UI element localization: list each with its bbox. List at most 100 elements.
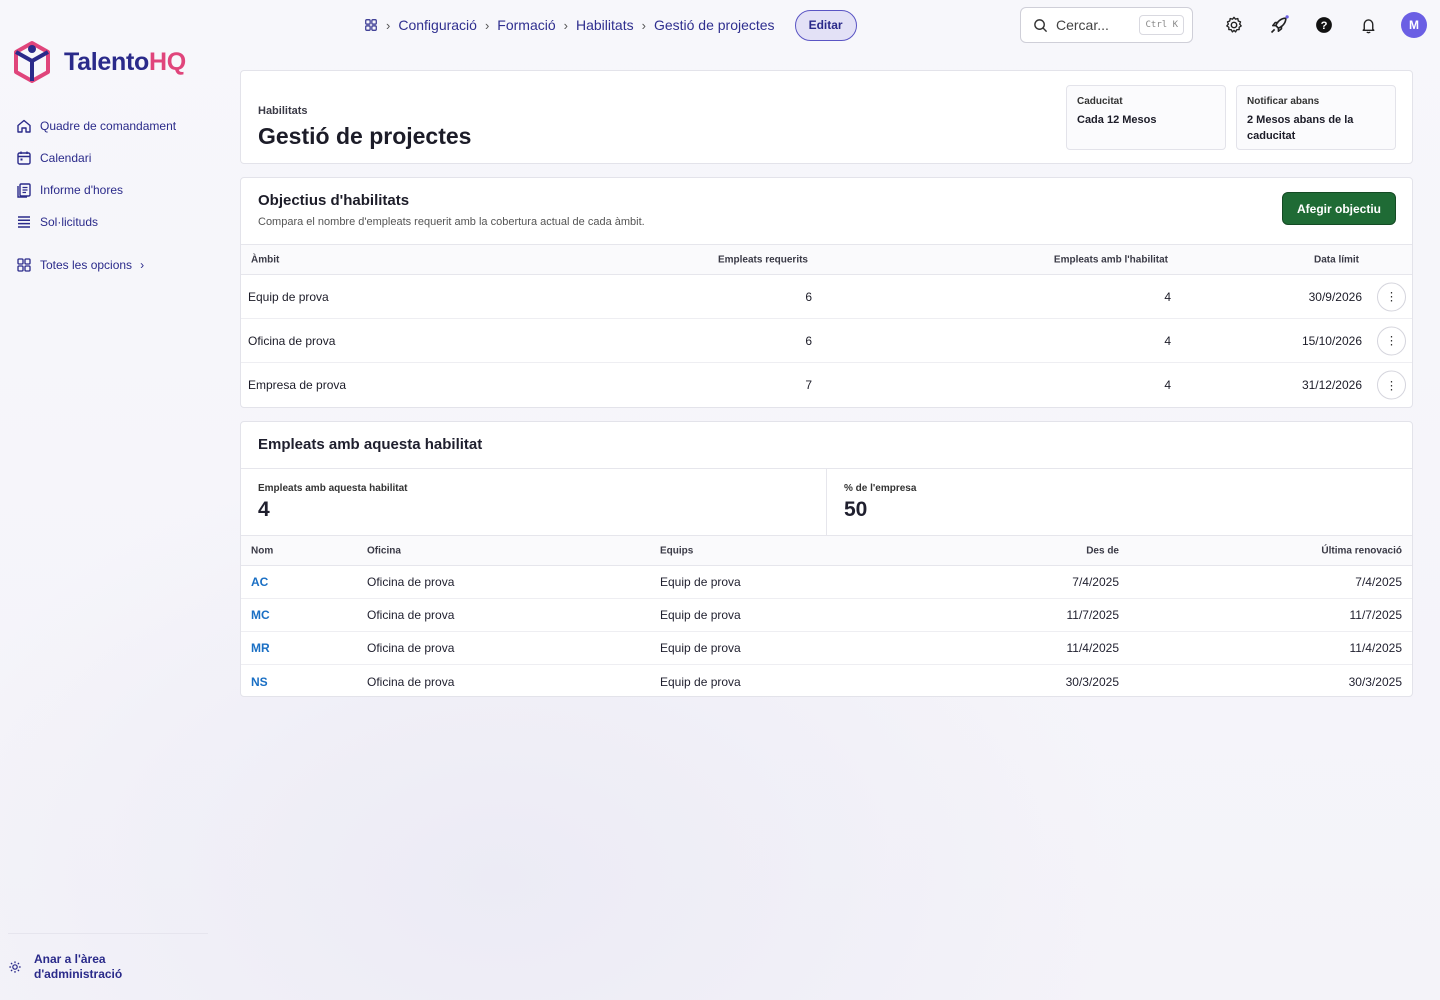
cell-with-skill: 4 (1164, 378, 1171, 392)
bell-icon[interactable] (1356, 13, 1381, 38)
column-header[interactable]: Des de (1086, 545, 1119, 556)
stats-row: Empleats amb aquesta habilitat 4 % de l'… (241, 468, 1412, 536)
table-row: NS Oficina de prova Equip de prova 30/3/… (241, 665, 1412, 698)
logo-icon (14, 41, 50, 83)
breadcrumb-item[interactable]: Configuració (398, 17, 477, 33)
rocket-icon[interactable] (1266, 13, 1291, 38)
table-row: AC Oficina de prova Equip de prova 7/4/2… (241, 566, 1412, 599)
home-icon (17, 119, 31, 133)
calendar-icon (17, 151, 31, 165)
section-title: Empleats amb aquesta habilitat (258, 436, 483, 453)
table-row: Equip de prova 6 4 30/9/2026 ⋮ (241, 275, 1412, 319)
brand-name: TalentoHQ (64, 47, 186, 76)
section-subtitle: Compara el nombre d'empleats requerit am… (258, 216, 645, 228)
column-header[interactable]: Nom (251, 545, 273, 556)
cell-renewal: 11/4/2025 (1349, 641, 1403, 655)
column-header[interactable]: Última renovació (1321, 545, 1402, 556)
chevron-right-icon: › (563, 17, 568, 33)
column-header[interactable]: Empleats requerits (718, 254, 808, 265)
cell-scope: Equip de prova (248, 289, 329, 304)
column-header[interactable]: Data límit (1314, 254, 1359, 265)
chevron-right-icon: › (484, 17, 490, 33)
sidebar-item-label: Totes les opcions (40, 258, 133, 272)
more-vertical-icon: ⋮ (1385, 378, 1398, 392)
settings-icon[interactable] (1221, 13, 1246, 38)
sidebar-item-label: Informe d'hores (40, 183, 123, 197)
top-actions: ? M (1221, 12, 1427, 38)
admin-area-label: Anar a l'àrea d'administració (34, 952, 123, 981)
cell-teams: Equip de prova (660, 674, 741, 689)
brand-logo[interactable]: TalentoHQ (12, 40, 186, 84)
sidebar-item-hours-report[interactable]: Informe d'hores (16, 174, 176, 206)
expiry-value: Cada 12 Mesos (1077, 114, 1157, 126)
expiry-label: Caducitat (1077, 96, 1123, 107)
avatar[interactable]: M (1401, 12, 1427, 38)
column-header[interactable]: Empleats amb l'habilitat (1054, 254, 1168, 265)
employee-link[interactable]: NS (251, 675, 268, 689)
chevron-right-icon: › (641, 17, 646, 33)
column-header[interactable]: Equips (660, 545, 693, 556)
stat-value: 4 (258, 498, 270, 521)
row-menu-button[interactable]: ⋮ (1377, 282, 1406, 311)
top-bar: › Configuració › Formació › Habilitats ›… (240, 0, 1440, 50)
edit-button[interactable]: Editar (794, 9, 857, 41)
cell-scope: Oficina de prova (248, 333, 336, 348)
table-row: Empresa de prova 7 4 31/12/2026 ⋮ (241, 363, 1412, 407)
cell-teams: Equip de prova (660, 575, 741, 589)
cell-with-skill: 4 (1164, 289, 1171, 304)
cell-with-skill: 4 (1164, 333, 1171, 348)
stat-employees: Empleats amb aquesta habilitat 4 (241, 469, 826, 536)
cell-required: 7 (805, 378, 812, 392)
cell-teams: Equip de prova (660, 608, 741, 622)
svg-text:?: ? (1320, 20, 1327, 32)
stat-value: 50 (844, 498, 868, 521)
row-menu-button[interactable]: ⋮ (1377, 370, 1406, 400)
breadcrumb-item[interactable]: Formació (497, 17, 555, 33)
sidebar-item-label: Quadre de comandament (40, 119, 177, 133)
stat-label: Empleats amb aquesta habilitat (258, 483, 408, 494)
chevron-right-icon: › (386, 17, 391, 33)
cell-office: Oficina de prova (367, 641, 455, 655)
employee-link[interactable]: MC (251, 608, 270, 622)
table-row: Oficina de prova 6 4 15/10/2026 ⋮ (241, 319, 1412, 363)
column-header[interactable]: Oficina (367, 545, 401, 556)
cell-renewal: 7/4/2025 (1355, 575, 1402, 589)
cell-since: 11/7/2025 (1066, 608, 1120, 622)
cell-teams: Equip de prova (660, 641, 741, 655)
notify-label: Notificar abans (1247, 96, 1320, 107)
column-header[interactable]: Àmbit (251, 254, 279, 265)
stat-label: % de l'empresa (844, 483, 917, 494)
sidebar-item-all-options[interactable]: Totes les opcions › (16, 249, 176, 281)
sidebar-item-requests[interactable]: Sol·licituds (16, 206, 176, 238)
add-goal-button[interactable]: Afegir objectiu (1281, 192, 1396, 225)
search-input[interactable]: Cercar... Ctrl K (1020, 7, 1193, 43)
gear-icon (9, 961, 21, 973)
employee-link[interactable]: AC (251, 575, 268, 589)
sidebar-item-calendar[interactable]: Calendari (16, 142, 176, 174)
employee-link[interactable]: MR (251, 641, 270, 655)
table-row: MR Oficina de prova Equip de prova 11/4/… (241, 632, 1412, 665)
table-header: Nom Oficina Equips Des de Última renovac… (241, 535, 1412, 566)
sidebar-item-label: Calendari (40, 151, 92, 165)
cell-required: 6 (805, 289, 812, 304)
help-icon[interactable]: ? (1311, 13, 1336, 38)
skill-header-card: Habilitats Gestió de projectes Caducitat… (240, 70, 1413, 164)
table-header: Àmbit Empleats requerits Empleats amb l'… (241, 244, 1412, 275)
admin-area-link[interactable]: Anar a l'àrea d'administració (8, 933, 208, 982)
cell-office: Oficina de prova (367, 674, 455, 689)
sidebar: TalentoHQ Quadre de comandament Calendar… (0, 0, 226, 1000)
cell-office: Oficina de prova (367, 608, 455, 622)
grid-icon[interactable] (364, 18, 378, 32)
expiry-box: Caducitat Cada 12 Mesos (1066, 85, 1226, 150)
notify-box: Notificar abans 2 Mesos abans de la cadu… (1236, 85, 1396, 150)
skill-goals-card: Objectius d'habilitats Compara el nombre… (240, 177, 1413, 408)
stat-company-percent: % de l'empresa 50 (826, 469, 1412, 536)
cell-renewal: 11/7/2025 (1349, 608, 1403, 622)
row-menu-button[interactable]: ⋮ (1377, 326, 1406, 355)
breadcrumb-item[interactable]: Habilitats (576, 17, 634, 33)
page-pretitle: Habilitats (258, 105, 308, 117)
notify-value: 2 Mesos abans de la caducitat (1247, 114, 1354, 142)
sidebar-item-dashboard[interactable]: Quadre de comandament (16, 110, 176, 142)
page-title: Gestió de projectes (258, 123, 472, 149)
cell-deadline: 31/12/2026 (1301, 378, 1362, 392)
